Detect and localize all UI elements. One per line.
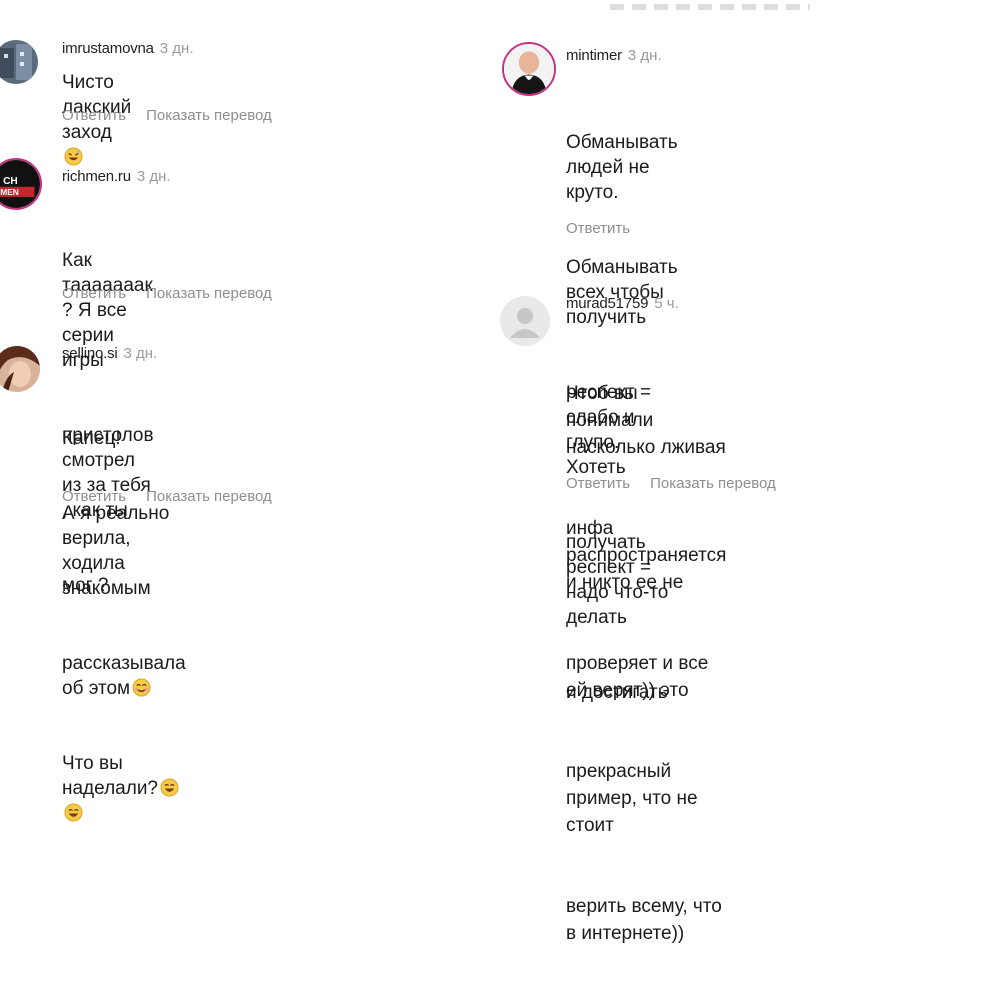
comment-line: Что вы наделали? bbox=[62, 753, 159, 799]
reply-button[interactable]: Ответить bbox=[62, 285, 126, 302]
timestamp: 3 дн. bbox=[159, 40, 194, 57]
comment-meta: imrustamovna 3 дн. bbox=[62, 40, 194, 57]
comment-line: Чтоб вы понимали насколько лживая bbox=[566, 383, 726, 458]
comment-line: Капец! bbox=[62, 428, 121, 449]
comment-text: Капец! А я реально верила, ходила знаком… bbox=[62, 376, 186, 876]
timestamp: 5 ч. bbox=[654, 295, 679, 312]
comment-meta: murad51759 5 ч. bbox=[566, 295, 679, 312]
comment-line: верить всему, что в интернете)) bbox=[566, 896, 728, 944]
username[interactable]: mintimer bbox=[566, 47, 622, 64]
avatar-mintimer[interactable] bbox=[502, 42, 556, 96]
grinning-sweat-emoji bbox=[64, 147, 83, 166]
comment-meta: mintimer 3 дн. bbox=[566, 47, 662, 64]
logo-text: MEN bbox=[0, 187, 18, 197]
comment-actions: Ответить Показать перевод bbox=[62, 285, 292, 302]
grinning-emoji bbox=[64, 803, 83, 822]
comment-line: Обманывать людей не круто. bbox=[566, 132, 683, 203]
grinning-emoji bbox=[160, 778, 179, 797]
timestamp: 3 дн. bbox=[136, 168, 171, 185]
username[interactable]: imrustamovna bbox=[62, 40, 154, 57]
show-translation-button[interactable]: Показать перевод bbox=[146, 107, 272, 124]
comment-text: Чтоб вы понимали насколько лживая инфа р… bbox=[566, 326, 726, 1001]
avatar-placeholder[interactable] bbox=[500, 296, 550, 346]
comment-line: рассказывала об этом bbox=[62, 653, 191, 699]
reply-button[interactable]: Ответить bbox=[62, 488, 126, 505]
comment-line: прекрасный пример, что не стоит bbox=[566, 761, 703, 836]
comment-line: А я реально верила, ходила знакомым bbox=[62, 503, 175, 599]
timestamp: 3 дн. bbox=[123, 345, 158, 362]
timestamp: 3 дн. bbox=[627, 47, 662, 64]
show-translation-button[interactable]: Показать перевод bbox=[650, 475, 776, 492]
comment-actions: Ответить Показать перевод bbox=[62, 107, 292, 124]
comment-actions: Ответить Показать перевод bbox=[62, 488, 292, 505]
avatar-sellino[interactable] bbox=[0, 346, 40, 392]
blushing-smile-emoji bbox=[132, 678, 151, 697]
username[interactable]: murad51759 bbox=[566, 295, 648, 312]
comment-meta: sellino.si 3 дн. bbox=[62, 345, 157, 362]
left-comments-panel: imrustamovna 3 дн. Чисто лакский заход От… bbox=[0, 0, 480, 822]
username[interactable]: sellino.si bbox=[62, 345, 118, 362]
avatar-richmen[interactable]: CH MEN bbox=[0, 158, 42, 210]
reply-button[interactable]: Ответить bbox=[566, 475, 630, 492]
reply-button[interactable]: Ответить bbox=[62, 107, 126, 124]
logo-text: CH bbox=[3, 176, 18, 187]
comment-line: инфа распространяется и никто ее не bbox=[566, 518, 732, 593]
comment-actions: Ответить Показать перевод bbox=[566, 475, 796, 492]
show-translation-button[interactable]: Показать перевод bbox=[146, 285, 272, 302]
avatar-imrustamovna[interactable] bbox=[0, 40, 38, 84]
comment-line: проверяет и все ей верят)) это bbox=[566, 653, 714, 701]
reply-button[interactable]: Ответить bbox=[566, 220, 630, 237]
username[interactable]: richmen.ru bbox=[62, 168, 131, 185]
comment-line: Обманывать всех чтобы получить bbox=[566, 257, 683, 328]
comment-meta: richmen.ru 3 дн. bbox=[62, 168, 171, 185]
right-comments-panel: mintimer 3 дн. Обманывать людей не круто.… bbox=[480, 0, 1000, 944]
comment-actions: Ответить bbox=[566, 220, 650, 237]
show-translation-button[interactable]: Показать перевод bbox=[146, 488, 272, 505]
